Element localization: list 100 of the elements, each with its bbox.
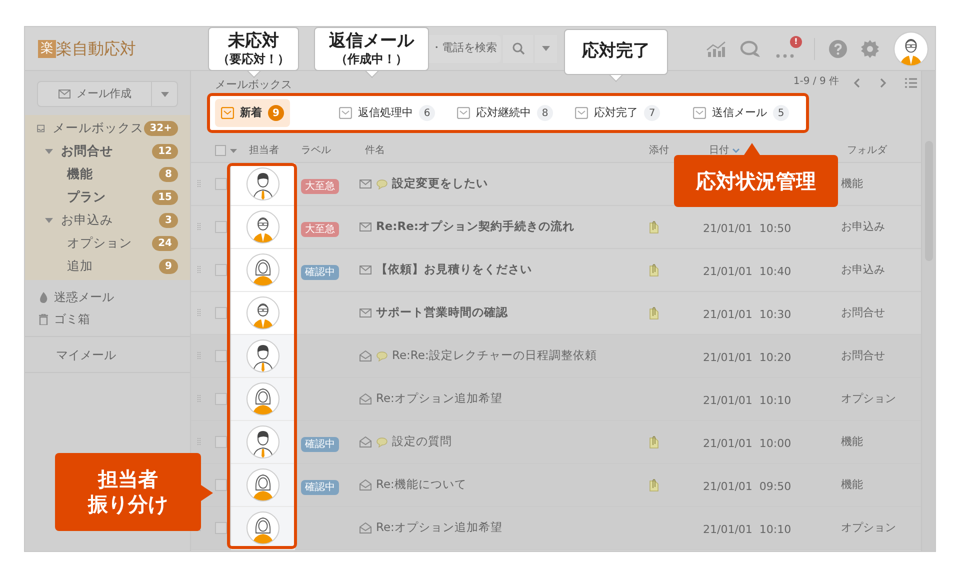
compose-button[interactable]: メール作成: [37, 81, 152, 107]
column-header[interactable]: 日付: [709, 143, 729, 158]
callout-title: 担当者: [98, 467, 158, 492]
next-icon[interactable]: [879, 78, 887, 88]
subject-text[interactable]: Re:オプション追加希望: [376, 519, 502, 537]
column-header[interactable]: フォルダ: [847, 143, 887, 158]
count-badge: 24: [152, 236, 178, 251]
mail-row[interactable]: 確認中 設定の質問 21/01/01 10:00 機能: [191, 421, 921, 464]
callout-title: 未応対: [228, 30, 279, 52]
status-tab[interactable]: 応対完了 7: [569, 99, 666, 127]
assignee-cell[interactable]: [231, 420, 295, 464]
subject-text[interactable]: Re:機能について: [376, 476, 466, 494]
select-all-checkbox[interactable]: [215, 145, 226, 156]
row-checkbox[interactable]: [215, 393, 227, 405]
help-icon[interactable]: [829, 40, 847, 58]
drag-handle-icon[interactable]: [197, 308, 201, 318]
column-header[interactable]: 担当者: [249, 143, 301, 158]
mail-row[interactable]: 大至急 Re:Re:オプション契約手続きの流れ 21/01/01 10:50 お申込み: [191, 206, 921, 249]
compose-menu-button[interactable]: [152, 81, 178, 107]
subject-text[interactable]: 設定の質問: [392, 433, 452, 451]
subject-text[interactable]: 設定変更をしたい: [392, 175, 488, 193]
inbox-icon: [37, 122, 45, 135]
row-checkbox[interactable]: [215, 264, 227, 276]
more-icon[interactable]: [776, 54, 794, 58]
pagination-text: 1-9 / 9 件: [793, 75, 839, 89]
envelope-icon: [359, 265, 372, 275]
callout-subtitle: （要応対！）: [218, 52, 290, 68]
search-button[interactable]: [503, 34, 533, 62]
status-tab[interactable]: 応対継続中 8: [451, 99, 559, 127]
assignee-cell[interactable]: [231, 464, 295, 506]
row-checkbox[interactable]: [215, 178, 227, 190]
mail-row[interactable]: Re:オプション追加希望 21/01/01 10:10 オプション: [191, 378, 921, 421]
folder-label[interactable]: 機能: [67, 165, 93, 184]
folder-label[interactable]: マイメール: [56, 346, 116, 364]
drag-handle-icon[interactable]: [197, 351, 201, 361]
caret-down-icon[interactable]: [230, 148, 237, 152]
drag-handle-icon[interactable]: [197, 394, 201, 404]
drag-handle-icon[interactable]: [197, 265, 201, 275]
mail-row[interactable]: Re:Re:設定レクチャーの日程調整依頼 21/01/01 10:20 お問合せ: [191, 335, 921, 378]
row-checkbox[interactable]: [215, 221, 227, 233]
label-tag: 大至急: [301, 222, 339, 237]
trash-icon: [39, 314, 48, 324]
folder-label[interactable]: お申込み: [61, 211, 113, 230]
row-checkbox[interactable]: [215, 436, 227, 448]
mail-row[interactable]: 確認中 【依頼】お見積りをください 21/01/01 10:40 お申込み: [191, 249, 921, 292]
drag-handle-icon[interactable]: [197, 179, 201, 189]
assignee-cell[interactable]: [231, 334, 295, 378]
flame-icon: [39, 292, 48, 302]
drag-handle-icon[interactable]: [197, 222, 201, 232]
count-badge: 3: [159, 213, 178, 228]
count-badge: 9: [159, 259, 178, 274]
row-checkbox[interactable]: [215, 522, 227, 534]
profile-avatar[interactable]: [893, 30, 929, 66]
column-header[interactable]: 添付: [649, 143, 709, 158]
status-tab[interactable]: 送信メール 5: [687, 99, 795, 127]
bar-chart-icon[interactable]: [706, 40, 726, 56]
row-checkbox[interactable]: [215, 350, 227, 362]
envelope-icon: [58, 89, 70, 99]
scrollbar[interactable]: [921, 71, 935, 551]
assignee-cell[interactable]: [231, 206, 295, 248]
assignee-cell[interactable]: [231, 378, 295, 420]
assignee-cell[interactable]: [231, 292, 295, 334]
sort-down-icon: [732, 148, 740, 153]
date-text: 21/01/01 10:10: [703, 394, 792, 407]
count-badge: 15: [152, 190, 178, 205]
subject-text[interactable]: Re:オプション追加希望: [376, 390, 502, 408]
subject-text[interactable]: Re:Re:設定レクチャーの日程調整依頼: [392, 347, 597, 365]
caret-down-icon[interactable]: [45, 218, 53, 224]
subject-text[interactable]: 【依頼】お見積りをください: [376, 261, 532, 279]
folder-label[interactable]: ゴミ箱: [54, 310, 90, 328]
search-icon: [512, 42, 524, 55]
list-view-icon[interactable]: [905, 78, 917, 88]
row-checkbox[interactable]: [215, 479, 227, 491]
envelope-icon: [575, 107, 588, 119]
folder-label[interactable]: 追加: [67, 257, 93, 276]
folder-label[interactable]: 迷惑メール: [54, 288, 114, 306]
assignee-cell[interactable]: [231, 248, 295, 292]
folder-label[interactable]: プラン: [67, 188, 106, 207]
date-text: 21/01/01 10:30: [703, 308, 792, 321]
status-tab[interactable]: 返信処理中 6: [333, 99, 441, 127]
folder-label[interactable]: オプション: [67, 234, 132, 253]
folder-text: オプション: [841, 520, 896, 536]
caret-down-icon[interactable]: [45, 148, 53, 154]
row-checkbox[interactable]: [215, 307, 227, 319]
previous-icon[interactable]: [853, 78, 861, 88]
folder-text: お問合せ: [841, 348, 885, 364]
mail-row[interactable]: Re:オプション追加希望 21/01/01 10:10 オプション: [191, 507, 921, 550]
subject-text[interactable]: Re:Re:オプション契約手続きの流れ: [376, 218, 575, 236]
mail-row[interactable]: サポート営業時間の確認 21/01/01 10:30 お問合せ: [191, 292, 921, 335]
folder-label[interactable]: お問合せ: [61, 142, 113, 161]
folder-label[interactable]: メールボックス: [52, 119, 144, 138]
drag-handle-icon[interactable]: [197, 437, 201, 447]
column-header[interactable]: 件名: [365, 143, 649, 158]
search-placeholder: ・電話を検索: [431, 40, 497, 56]
settings-icon[interactable]: [861, 40, 879, 58]
subject-text[interactable]: サポート営業時間の確認: [376, 304, 508, 322]
search-options-button[interactable]: [535, 34, 557, 62]
chat-icon[interactable]: [740, 40, 762, 58]
column-header[interactable]: ラベル: [301, 143, 365, 158]
status-tab[interactable]: 新着 9: [215, 99, 290, 127]
